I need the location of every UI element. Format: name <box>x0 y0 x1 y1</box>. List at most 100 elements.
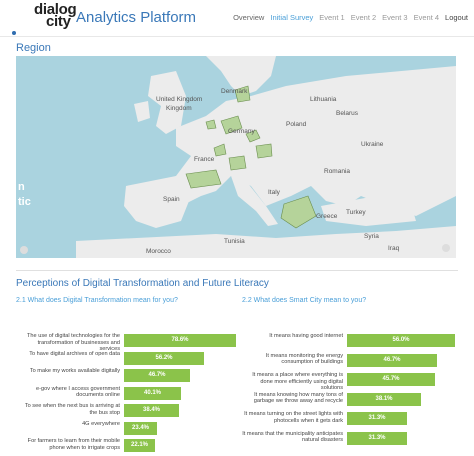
map-label-lithuania: Lithuania <box>310 96 337 103</box>
nav-event-2[interactable]: Event 2 <box>351 13 376 22</box>
nav-event-3[interactable]: Event 3 <box>382 13 407 22</box>
q2-title: 2.2 What does Smart City mean to you? <box>242 297 367 304</box>
land-iberia <box>124 176 191 228</box>
section-divider <box>16 270 458 271</box>
highlight-austria <box>255 143 273 159</box>
map-label-spain: Spain <box>163 196 180 203</box>
bar-value-label: 31.3% <box>368 415 386 421</box>
bar-row: To make my works available digitally 46.7… <box>16 368 246 382</box>
bar-row: To have digital archives of open data 56.… <box>16 351 246 365</box>
highlight-greece <box>280 195 317 229</box>
bar-value-label: 46.7% <box>148 372 166 378</box>
bar-label: To have digital archives of open data <box>29 350 120 357</box>
nav-event-1[interactable]: Event 1 <box>319 13 344 22</box>
map-settings-icon[interactable] <box>442 244 450 252</box>
bar-label: It means monitoring the energy consumpti… <box>265 352 343 366</box>
bar[interactable]: 46.7% <box>124 369 190 382</box>
bar[interactable]: 38.1% <box>347 392 421 406</box>
bar-label: e-gov where I access government document… <box>36 385 120 399</box>
bar-row: 4G everywhere 23.4% <box>16 421 246 435</box>
bar[interactable]: 31.3% <box>347 431 407 445</box>
highlight-italy <box>228 155 247 171</box>
bar[interactable]: 22.1% <box>124 439 155 452</box>
nav-initial-survey[interactable]: Initial Survey <box>270 13 313 22</box>
q2-bar-chart: It means having good internet 56.0% It mea… <box>242 333 467 456</box>
bar-value-label: 38.4% <box>142 407 160 413</box>
map-label-iraq: Iraq <box>388 245 400 252</box>
map-label-tunisia: Tunisia <box>224 238 245 245</box>
bar-label: 4G everywhere <box>82 420 120 427</box>
bar[interactable]: 78.6% <box>124 334 236 347</box>
map-label-poland: Poland <box>286 121 307 128</box>
app-title: Analytics Platform <box>76 9 197 26</box>
map-label-morocco: Morocco <box>146 248 171 255</box>
bar-label: To make my works available digitally <box>29 368 120 374</box>
map-label-ocean-tic: tic <box>18 196 31 208</box>
logo-dot-icon <box>12 31 16 35</box>
bar[interactable]: 31.3% <box>347 412 407 425</box>
nav-logout[interactable]: Logout <box>445 13 468 22</box>
bar-row: For farmers to learn from their mobile p… <box>16 438 246 452</box>
header-divider <box>0 36 474 37</box>
bar-label: It means that the municipality anticipat… <box>242 430 343 444</box>
map-zoom-icon <box>20 246 28 254</box>
map-label-france: France <box>194 156 215 163</box>
perceptions-title: Perceptions of Digital Transformation an… <box>16 278 269 289</box>
bar-row: It means that the municipality anticipat… <box>242 431 472 445</box>
land-mainland <box>151 66 456 216</box>
bar[interactable]: 40.1% <box>124 386 181 400</box>
top-nav: Overview Initial Survey Event 1 Event 2 … <box>233 13 468 22</box>
bar-value-label: 38.1% <box>375 395 393 402</box>
dialog-city-logo[interactable]: dialog city <box>8 2 77 35</box>
bar-value-label: 46.7% <box>383 356 401 363</box>
bar-row: It means turning on the street lights wi… <box>242 411 472 425</box>
bar-value-label: 56.2% <box>155 354 173 361</box>
land-ireland <box>134 101 150 122</box>
bar-label: It means having good internet <box>269 333 343 339</box>
bar[interactable]: 38.4% <box>124 404 179 417</box>
map-label-ocean-n: n <box>18 181 25 193</box>
app-header: dialog city Analytics Platform Overview … <box>0 0 474 36</box>
map-label-syria: Syria <box>364 233 379 240</box>
bar-value-label: 40.1% <box>143 389 161 396</box>
bar-label: It means knowing how many tons of garbag… <box>253 391 343 405</box>
bar[interactable]: 56.0% <box>347 334 455 347</box>
land-africa <box>76 226 456 258</box>
bar-label: It means turning on the street lights wi… <box>244 411 343 424</box>
logo-line-2: city <box>46 13 71 30</box>
highlight-belgium <box>205 119 217 130</box>
map-label-uk: United Kingdom <box>156 96 203 103</box>
map-label-kingdom: Kingdom <box>166 105 192 112</box>
bar-value-label: 31.3% <box>368 434 386 441</box>
region-title: Region <box>16 42 51 54</box>
map-label-romania: Romania <box>324 168 351 175</box>
bar[interactable]: 56.2% <box>124 351 204 365</box>
map-label-italy: Italy <box>268 189 280 196</box>
bar-row: It means knowing how many tons of garbag… <box>242 392 472 406</box>
bar-row: The use of digital technologies for the … <box>16 333 246 352</box>
bar-row: e-gov where I access government document… <box>16 386 246 400</box>
bar-row: It means a place where everything is don… <box>242 372 472 391</box>
map-label-ukraine: Ukraine <box>361 141 384 148</box>
q1-bar-chart: The use of digital technologies for the … <box>16 333 236 456</box>
map-canvas <box>20 56 456 258</box>
nav-overview[interactable]: Overview <box>233 13 264 22</box>
bar-label: It means a place where everything is don… <box>252 372 343 391</box>
bar-value-label: 56.0% <box>392 337 410 343</box>
map-label-turkey: Turkey <box>346 209 366 216</box>
map-label-germany: Germany <box>228 128 255 135</box>
bar-label: For farmers to learn from their mobile p… <box>27 438 120 451</box>
bar[interactable]: 45.7% <box>347 373 435 386</box>
map-label-greece: Greece <box>316 213 338 220</box>
nav-event-4[interactable]: Event 4 <box>414 13 439 22</box>
bar-value-label: 23.4% <box>131 424 149 431</box>
bar-row: It means having good internet 56.0% <box>242 333 472 347</box>
bar-row: It means monitoring the energy consumpti… <box>242 353 472 367</box>
map-label-denmark: Denmark <box>221 88 248 95</box>
map-label-belarus: Belarus <box>336 110 359 117</box>
bar-value-label: 22.1% <box>130 442 148 448</box>
q1-title: 2.1 What does Digital Transformation mea… <box>16 297 178 304</box>
bar[interactable]: 46.7% <box>347 353 437 367</box>
bar[interactable]: 23.4% <box>124 421 157 435</box>
region-map[interactable]: Denmark United Kingdom Lithuania Belarus… <box>16 56 456 258</box>
